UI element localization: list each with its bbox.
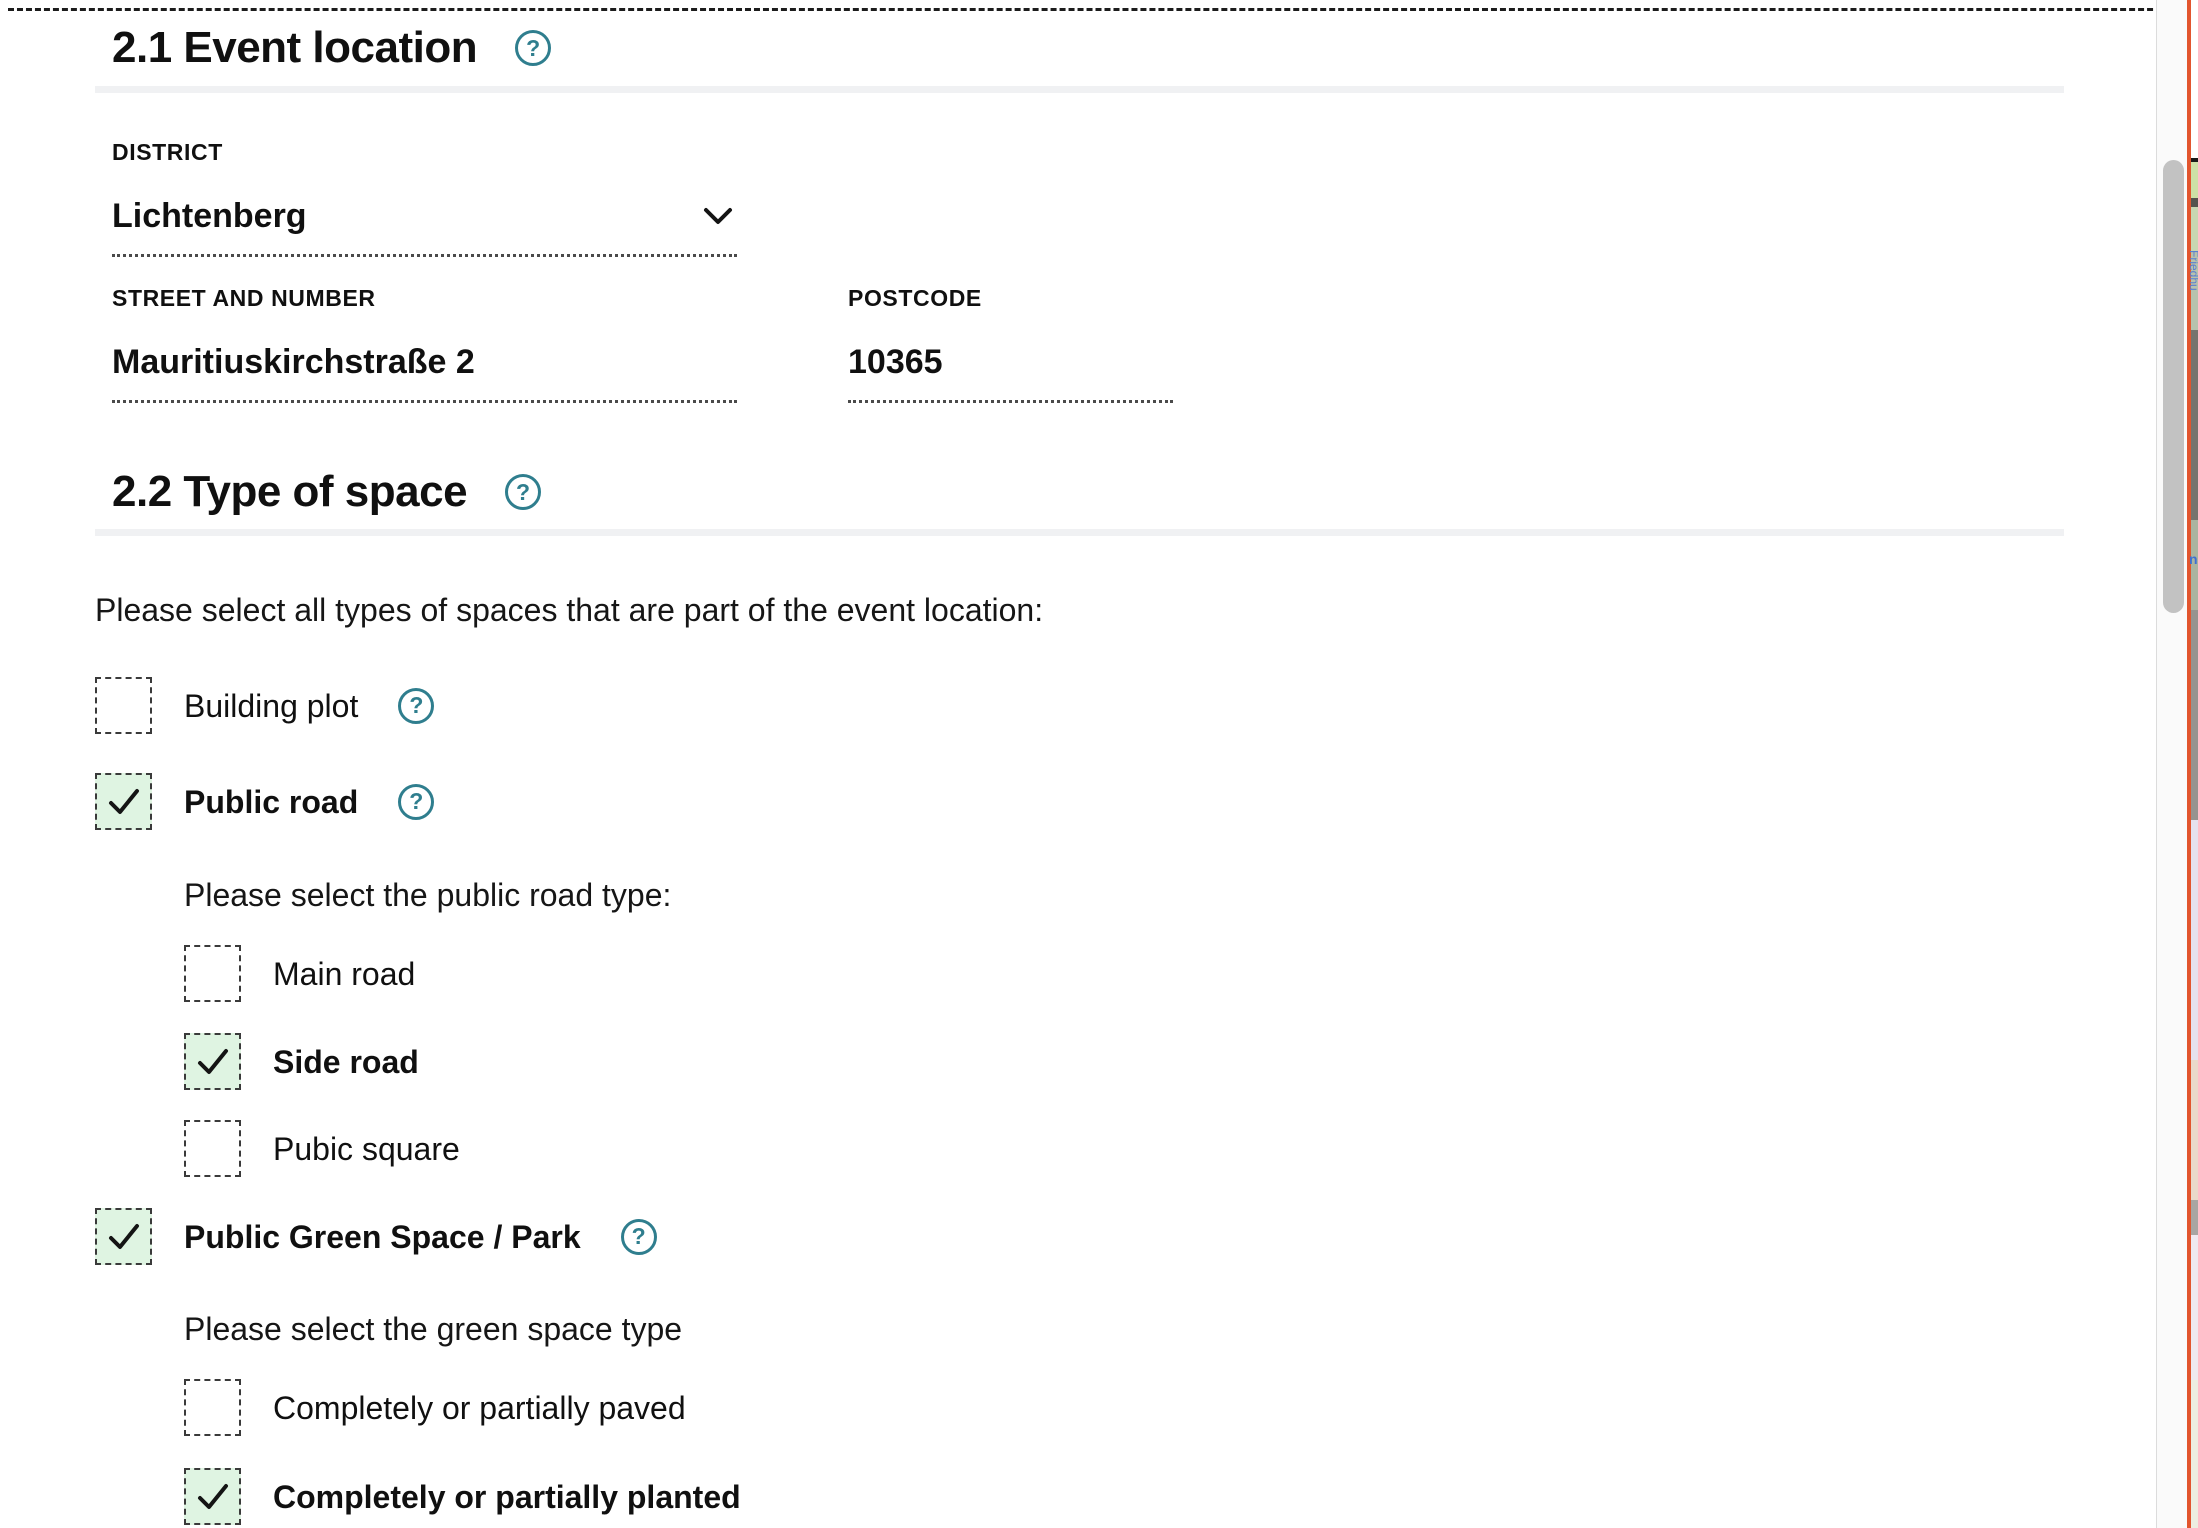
checkmark-icon <box>107 787 141 817</box>
form-top-dashed-border <box>8 8 2198 11</box>
postcode-field: POSTCODE 10365 <box>831 284 1173 403</box>
building-plot-checkbox[interactable] <box>95 677 152 734</box>
space-types-prompt: Please select all types of spaces that a… <box>95 591 1043 629</box>
map-street-label-fragment: Friedhu <box>2188 250 2198 340</box>
help-icon[interactable]: ? <box>505 474 541 510</box>
section-event-location-header: 2.1 Event location ? <box>112 24 551 72</box>
checkbox-row-planted: Completely or partially planted <box>184 1468 741 1525</box>
help-icon[interactable]: ? <box>398 688 434 724</box>
section-divider <box>95 529 2064 536</box>
district-select[interactable]: Lichtenberg <box>112 196 737 257</box>
checkbox-row-building-plot: Building plot ? <box>95 677 434 734</box>
checkbox-row-public-square: Pubic square <box>184 1120 460 1177</box>
street-value: Mauritiuskirchstraße 2 <box>112 342 475 382</box>
section-title-type-of-space: 2.2 Type of space <box>112 468 467 516</box>
main-road-label: Main road <box>273 955 415 993</box>
building-plot-label: Building plot <box>184 687 358 725</box>
postcode-value: 10365 <box>848 342 943 382</box>
chevron-down-icon <box>703 207 733 225</box>
question-mark-glyph: ? <box>632 1223 646 1250</box>
postcode-input[interactable]: 10365 <box>848 342 1173 403</box>
street-label: STREET AND NUMBER <box>112 284 737 312</box>
district-label: DISTRICT <box>112 138 737 166</box>
event-application-form-page: 2.1 Event location ? DISTRICT Lichtenber… <box>0 0 2198 1528</box>
road-type-prompt: Please select the public road type: <box>184 876 671 914</box>
help-icon[interactable]: ? <box>621 1219 657 1255</box>
district-field: DISTRICT Lichtenberg <box>95 138 737 257</box>
map-street-label-fragment: n <box>2189 552 2198 566</box>
postcode-label: POSTCODE <box>848 284 1173 312</box>
section-title-event-location: 2.1 Event location <box>112 24 477 72</box>
section-divider <box>95 86 2064 93</box>
checkbox-row-green-space: Public Green Space / Park ? <box>95 1208 657 1265</box>
section-type-of-space-header: 2.2 Type of space ? <box>112 468 541 516</box>
checkbox-row-side-road: Side road <box>184 1033 419 1090</box>
planted-checkbox[interactable] <box>184 1468 241 1525</box>
green-space-label: Public Green Space / Park <box>184 1218 581 1256</box>
vertical-scrollbar-track[interactable] <box>2156 0 2187 1528</box>
checkmark-icon <box>196 1047 230 1077</box>
help-icon[interactable]: ? <box>515 30 551 66</box>
public-road-checkbox[interactable] <box>95 773 152 830</box>
public-road-label: Public road <box>184 783 358 821</box>
question-mark-glyph: ? <box>516 479 530 506</box>
street-input[interactable]: Mauritiuskirchstraße 2 <box>112 342 737 403</box>
map-panel-edge[interactable] <box>2187 0 2198 1528</box>
side-road-checkbox[interactable] <box>184 1033 241 1090</box>
question-mark-glyph: ? <box>409 692 423 719</box>
public-square-checkbox[interactable] <box>184 1120 241 1177</box>
question-mark-glyph: ? <box>409 788 423 815</box>
green-space-checkbox[interactable] <box>95 1208 152 1265</box>
help-icon[interactable]: ? <box>398 784 434 820</box>
checkmark-icon <box>107 1222 141 1252</box>
checkbox-row-paved: Completely or partially paved <box>184 1379 686 1436</box>
paved-label: Completely or partially paved <box>273 1389 686 1427</box>
district-value: Lichtenberg <box>112 196 307 236</box>
map-sliver <box>2191 0 2198 1528</box>
map-route-highlight-line <box>2187 0 2191 1528</box>
street-field: STREET AND NUMBER Mauritiuskirchstraße 2 <box>95 284 737 403</box>
vertical-scrollbar-thumb[interactable] <box>2163 160 2184 613</box>
green-type-prompt: Please select the green space type <box>184 1310 682 1348</box>
checkbox-row-main-road: Main road <box>184 945 415 1002</box>
public-square-label: Pubic square <box>273 1130 460 1168</box>
checkbox-row-public-road: Public road ? <box>95 773 434 830</box>
side-road-label: Side road <box>273 1043 419 1081</box>
planted-label: Completely or partially planted <box>273 1478 741 1516</box>
paved-checkbox[interactable] <box>184 1379 241 1436</box>
main-road-checkbox[interactable] <box>184 945 241 1002</box>
question-mark-glyph: ? <box>526 35 540 62</box>
checkmark-icon <box>196 1482 230 1512</box>
